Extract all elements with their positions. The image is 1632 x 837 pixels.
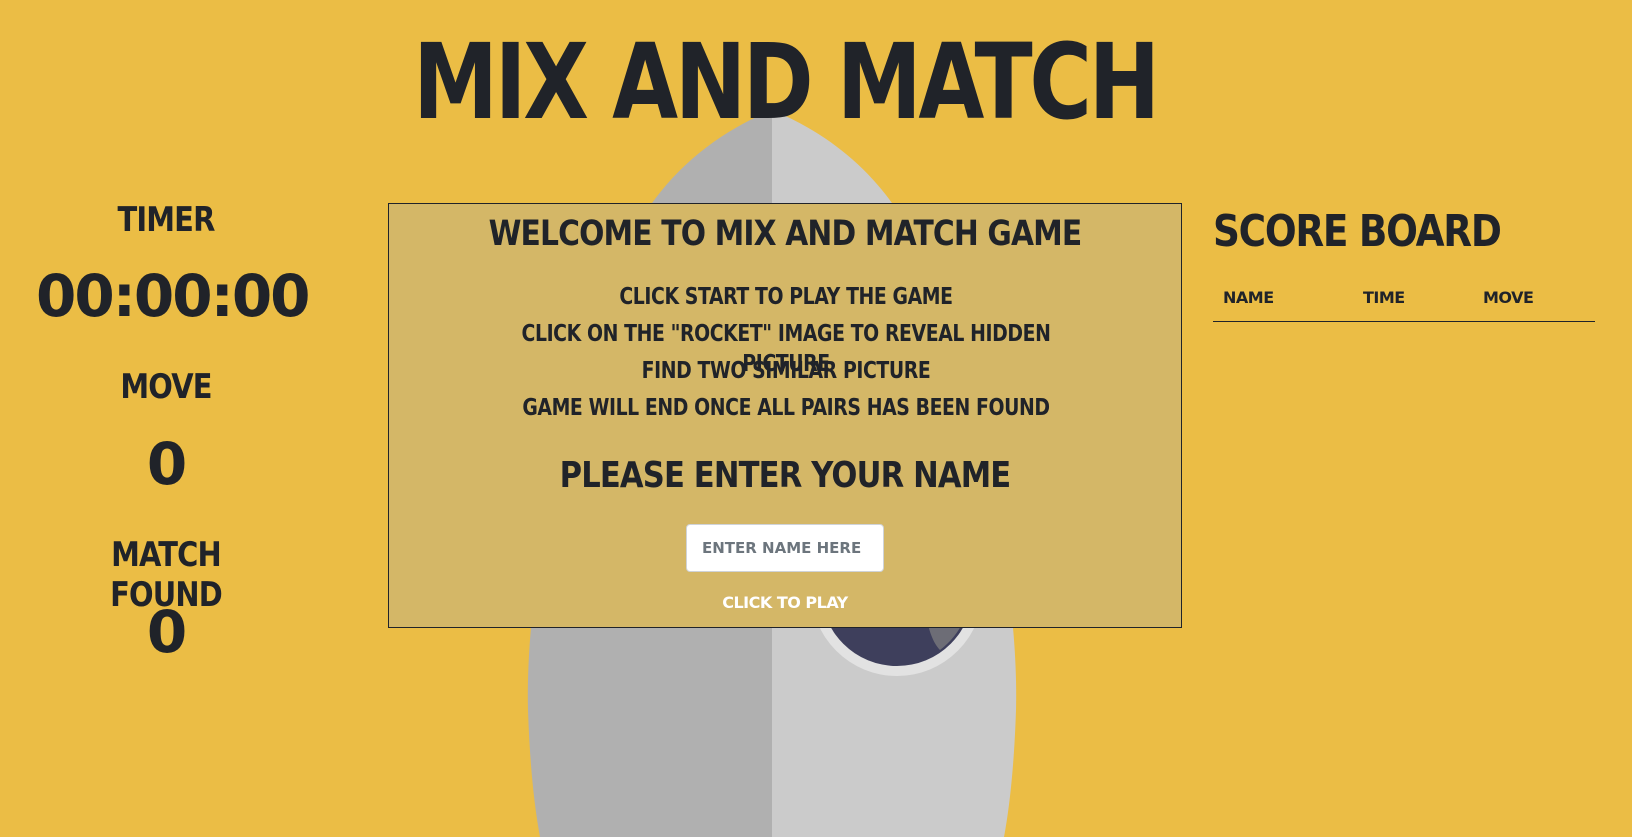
column-header-name: NAME bbox=[1213, 280, 1353, 322]
name-prompt: PLEASE ENTER YOUR NAME bbox=[559, 455, 1012, 496]
move-label: MOVE bbox=[120, 367, 212, 407]
timer-label: TIMER bbox=[117, 200, 216, 240]
game-title: MIX AND MATCH bbox=[413, 21, 1160, 143]
column-header-time: TIME bbox=[1353, 280, 1473, 322]
welcome-modal: WELCOME TO MIX AND MATCH GAME CLICK STAR… bbox=[388, 203, 1182, 628]
column-header-move: MOVE bbox=[1473, 280, 1595, 322]
scoreboard-title: SCORE BOARD bbox=[1213, 206, 1502, 257]
modal-title: WELCOME TO MIX AND MATCH GAME bbox=[488, 214, 1083, 254]
instruction-1: CLICK START TO PLAY THE GAME bbox=[619, 284, 953, 310]
scoreboard-table: NAME TIME MOVE bbox=[1213, 280, 1595, 322]
name-input[interactable] bbox=[686, 524, 884, 572]
instruction-4: GAME WILL END ONCE ALL PAIRS HAS BEEN FO… bbox=[522, 395, 1050, 421]
move-value: 0 bbox=[146, 430, 187, 498]
timer-value: 00:00:00 bbox=[36, 262, 311, 330]
play-button[interactable]: CLICK TO PLAY bbox=[686, 587, 884, 617]
match-found-value: 0 bbox=[146, 598, 187, 666]
scoreboard-header-row: NAME TIME MOVE bbox=[1213, 280, 1595, 322]
instruction-3: FIND TWO SIMILAR PICTURE bbox=[641, 358, 931, 384]
